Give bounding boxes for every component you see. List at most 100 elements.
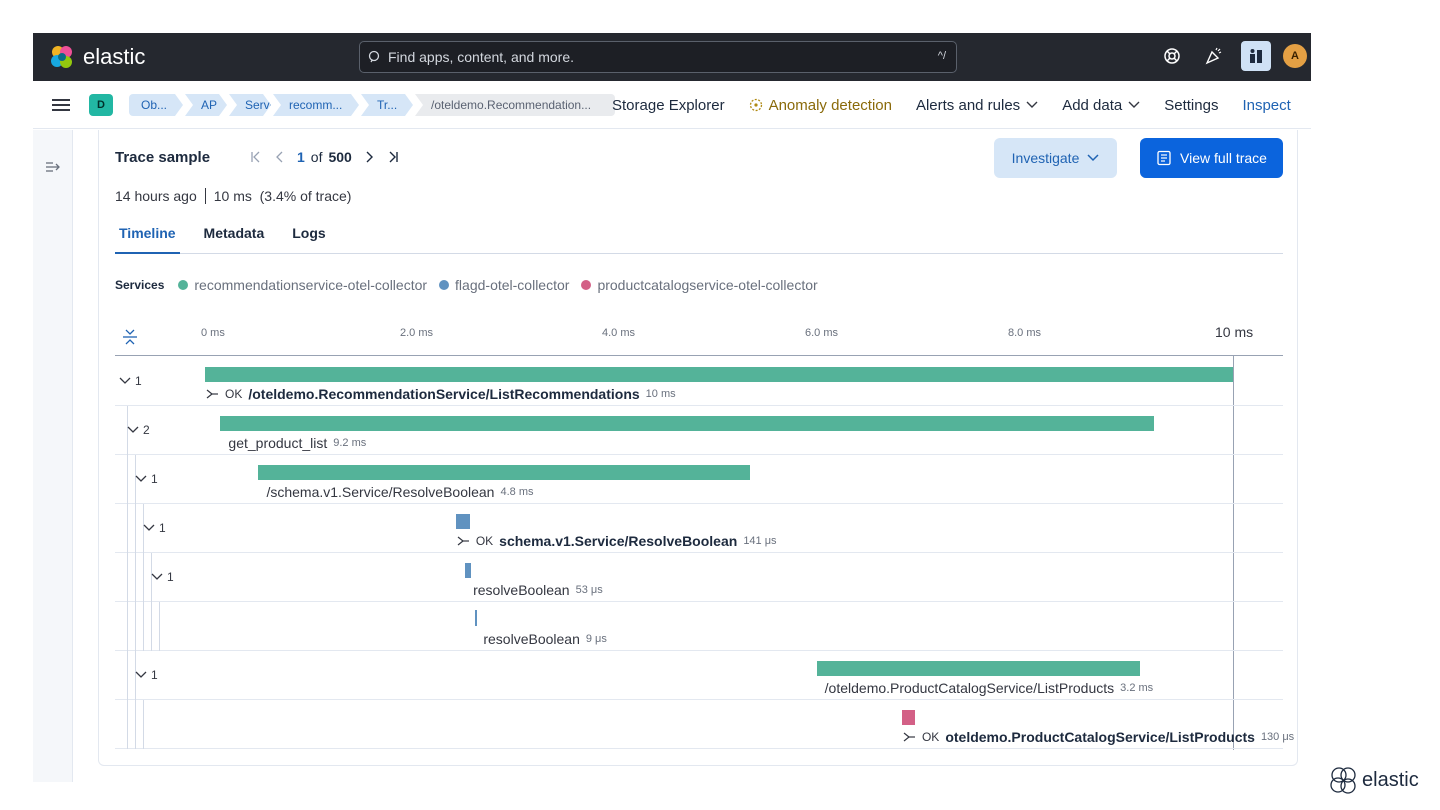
span-bar[interactable] <box>816 661 1141 676</box>
span-toggle[interactable]: 1 <box>143 521 166 535</box>
search-placeholder: Find apps, content, and more. <box>388 49 574 65</box>
services-label: Services <box>115 278 165 292</box>
tab-logs[interactable]: Logs <box>288 222 329 254</box>
span-label: /schema.v1.Service/ResolveBoolean 4.8 ms <box>266 484 533 500</box>
tab-metadata[interactable]: Metadata <box>200 222 269 254</box>
view-full-trace-button[interactable]: View full trace <box>1140 138 1283 178</box>
help-button[interactable] <box>1157 41 1187 71</box>
first-page-button[interactable] <box>249 150 263 164</box>
tree-guide-line <box>135 602 136 651</box>
previous-page-button[interactable] <box>273 150 287 164</box>
ai-assistant-button[interactable] <box>1241 41 1271 71</box>
legend-item: recommendationservice-otel-collector <box>178 277 427 293</box>
child-count: 2 <box>143 423 150 437</box>
span-toggle[interactable]: 2 <box>127 423 150 437</box>
span-bar[interactable] <box>220 416 1154 431</box>
span-label: resolveBoolean 53 μs <box>473 582 603 598</box>
collapse-all-icon[interactable] <box>121 328 139 346</box>
elastic-logo-icon <box>51 46 72 68</box>
trace-sample-panel: Trace sample 1 of 500 Investigate View f… <box>98 130 1298 766</box>
span-duration: 10 ms <box>645 388 676 400</box>
span-toggle[interactable]: 1 <box>119 374 142 388</box>
tree-guide-line <box>127 651 128 700</box>
tree-guide-line <box>151 602 152 651</box>
last-page-button[interactable] <box>386 150 400 164</box>
global-search-input[interactable]: Find apps, content, and more. ^/ <box>359 41 957 73</box>
span-bar[interactable] <box>465 563 472 578</box>
chevron-down-icon <box>151 573 163 580</box>
legend-service-name: productcatalogservice-otel-collector <box>597 277 818 293</box>
tab-timeline[interactable]: Timeline <box>115 222 180 254</box>
span-row[interactable]: 2 get_product_list 9.2 ms <box>115 406 1283 455</box>
axis-tick-label: 0 ms <box>201 327 225 339</box>
span-row[interactable]: 1/schema.v1.Service/ResolveBoolean 4.8 ms <box>115 455 1283 504</box>
logo-text: elastic <box>83 44 146 69</box>
breadcrumb-item-apm[interactable]: AP <box>185 94 227 116</box>
span-row[interactable]: resolveBoolean 9 μs <box>115 602 1283 651</box>
app-window: elastic Find apps, content, and more. ^/… <box>33 33 1311 782</box>
tree-guide-line <box>127 553 128 602</box>
meta-divider <box>204 188 206 204</box>
settings-link[interactable]: Settings <box>1164 97 1218 114</box>
axis-tick-label-end: 10 ms <box>1215 324 1254 340</box>
breadcrumb-item-observability[interactable]: Ob... <box>129 94 183 116</box>
span-row[interactable]: OK oteldemo.ProductCatalogService/ListPro… <box>115 700 1294 749</box>
news-feed-button[interactable] <box>1199 41 1229 71</box>
span-label: OK schema.v1.Service/ResolveBoolean 141 μs <box>456 533 777 549</box>
add-data-menu[interactable]: Add data <box>1062 97 1140 114</box>
span-name: get_product_list <box>228 435 328 451</box>
chevron-down-icon <box>1026 101 1038 108</box>
chevron-down-icon <box>127 426 139 433</box>
breadcrumb-item-services[interactable]: Servi <box>229 94 271 116</box>
breadcrumb-item-service[interactable]: recomm... <box>273 94 359 116</box>
chevron-down-icon <box>1087 154 1099 162</box>
trace-meta: 14 hours ago 10 ms (3.4% of trace) <box>115 188 351 204</box>
space-avatar[interactable]: D <box>89 94 113 116</box>
next-page-button[interactable] <box>362 150 376 164</box>
span-duration: 3.2 ms <box>1120 682 1154 694</box>
span-toggle[interactable]: 1 <box>135 668 158 682</box>
tree-guide-line <box>159 602 160 651</box>
trace-sample-title: Trace sample <box>115 149 211 166</box>
child-count: 1 <box>159 521 166 535</box>
inspect-link[interactable]: Inspect <box>1242 97 1290 114</box>
trace-duration: 10 ms (3.4% of trace) <box>213 188 352 204</box>
span-label: resolveBoolean 9 μs <box>483 631 607 647</box>
tree-guide-line <box>143 700 144 749</box>
span-label: OK oteldemo.ProductCatalogService/ListPro… <box>902 729 1294 745</box>
span-bar[interactable] <box>205 367 1233 382</box>
hamburger-menu-icon[interactable] <box>51 95 71 115</box>
chevron-down-icon <box>1128 101 1140 108</box>
span-bar[interactable] <box>455 514 471 529</box>
span-bar[interactable] <box>258 465 750 480</box>
user-avatar[interactable]: A <box>1283 44 1307 68</box>
anomaly-detection-link[interactable]: Anomaly detection <box>749 97 892 114</box>
alerts-and-rules-menu[interactable]: Alerts and rules <box>916 97 1038 114</box>
span-toggle[interactable]: 1 <box>135 472 158 486</box>
elastic-logo[interactable]: elastic <box>49 44 145 70</box>
span-duration: 53 μs <box>575 584 603 596</box>
tree-guide-line <box>127 700 128 749</box>
legend-service-name: recommendationservice-otel-collector <box>194 277 428 293</box>
investigate-button[interactable]: Investigate <box>994 138 1117 178</box>
span-row[interactable]: 1 OK schema.v1.Service/ResolveBoolean 141 μ… <box>115 504 1283 553</box>
tree-guide-line <box>127 455 128 504</box>
span-row[interactable]: 1/oteldemo.ProductCatalogService/ListPro… <box>115 651 1283 700</box>
span-bar[interactable] <box>901 710 916 725</box>
span-row[interactable]: 1 OK/oteldemo.RecommendationService/ListR… <box>115 357 1283 406</box>
services-legend: Services recommendationservice-otel-coll… <box>115 277 824 293</box>
timeline-axis: 0 ms 2.0 ms 4.0 ms 6.0 ms 8.0 ms 10 ms <box>115 320 1283 356</box>
span-row[interactable]: 1 resolveBoolean 53 μs <box>115 553 1283 602</box>
expand-sidebar-icon[interactable] <box>45 160 61 174</box>
storage-explorer-link[interactable]: Storage Explorer <box>612 97 725 114</box>
span-toggle[interactable]: 1 <box>151 570 174 584</box>
span-label: get_product_list 9.2 ms <box>228 435 366 451</box>
span-name: /oteldemo.ProductCatalogService/ListProd… <box>824 680 1115 696</box>
span-bar[interactable] <box>475 610 478 626</box>
breadcrumb-item-transactions[interactable]: Tr... <box>361 94 413 116</box>
span-name: /oteldemo.RecommendationService/ListReco… <box>248 386 640 402</box>
footer-elastic-brand: elastic <box>1328 765 1419 795</box>
search-shortcut: ^/ <box>937 50 946 62</box>
view-full-trace-label: View full trace <box>1180 150 1267 166</box>
span-name: /schema.v1.Service/ResolveBoolean <box>266 484 495 500</box>
